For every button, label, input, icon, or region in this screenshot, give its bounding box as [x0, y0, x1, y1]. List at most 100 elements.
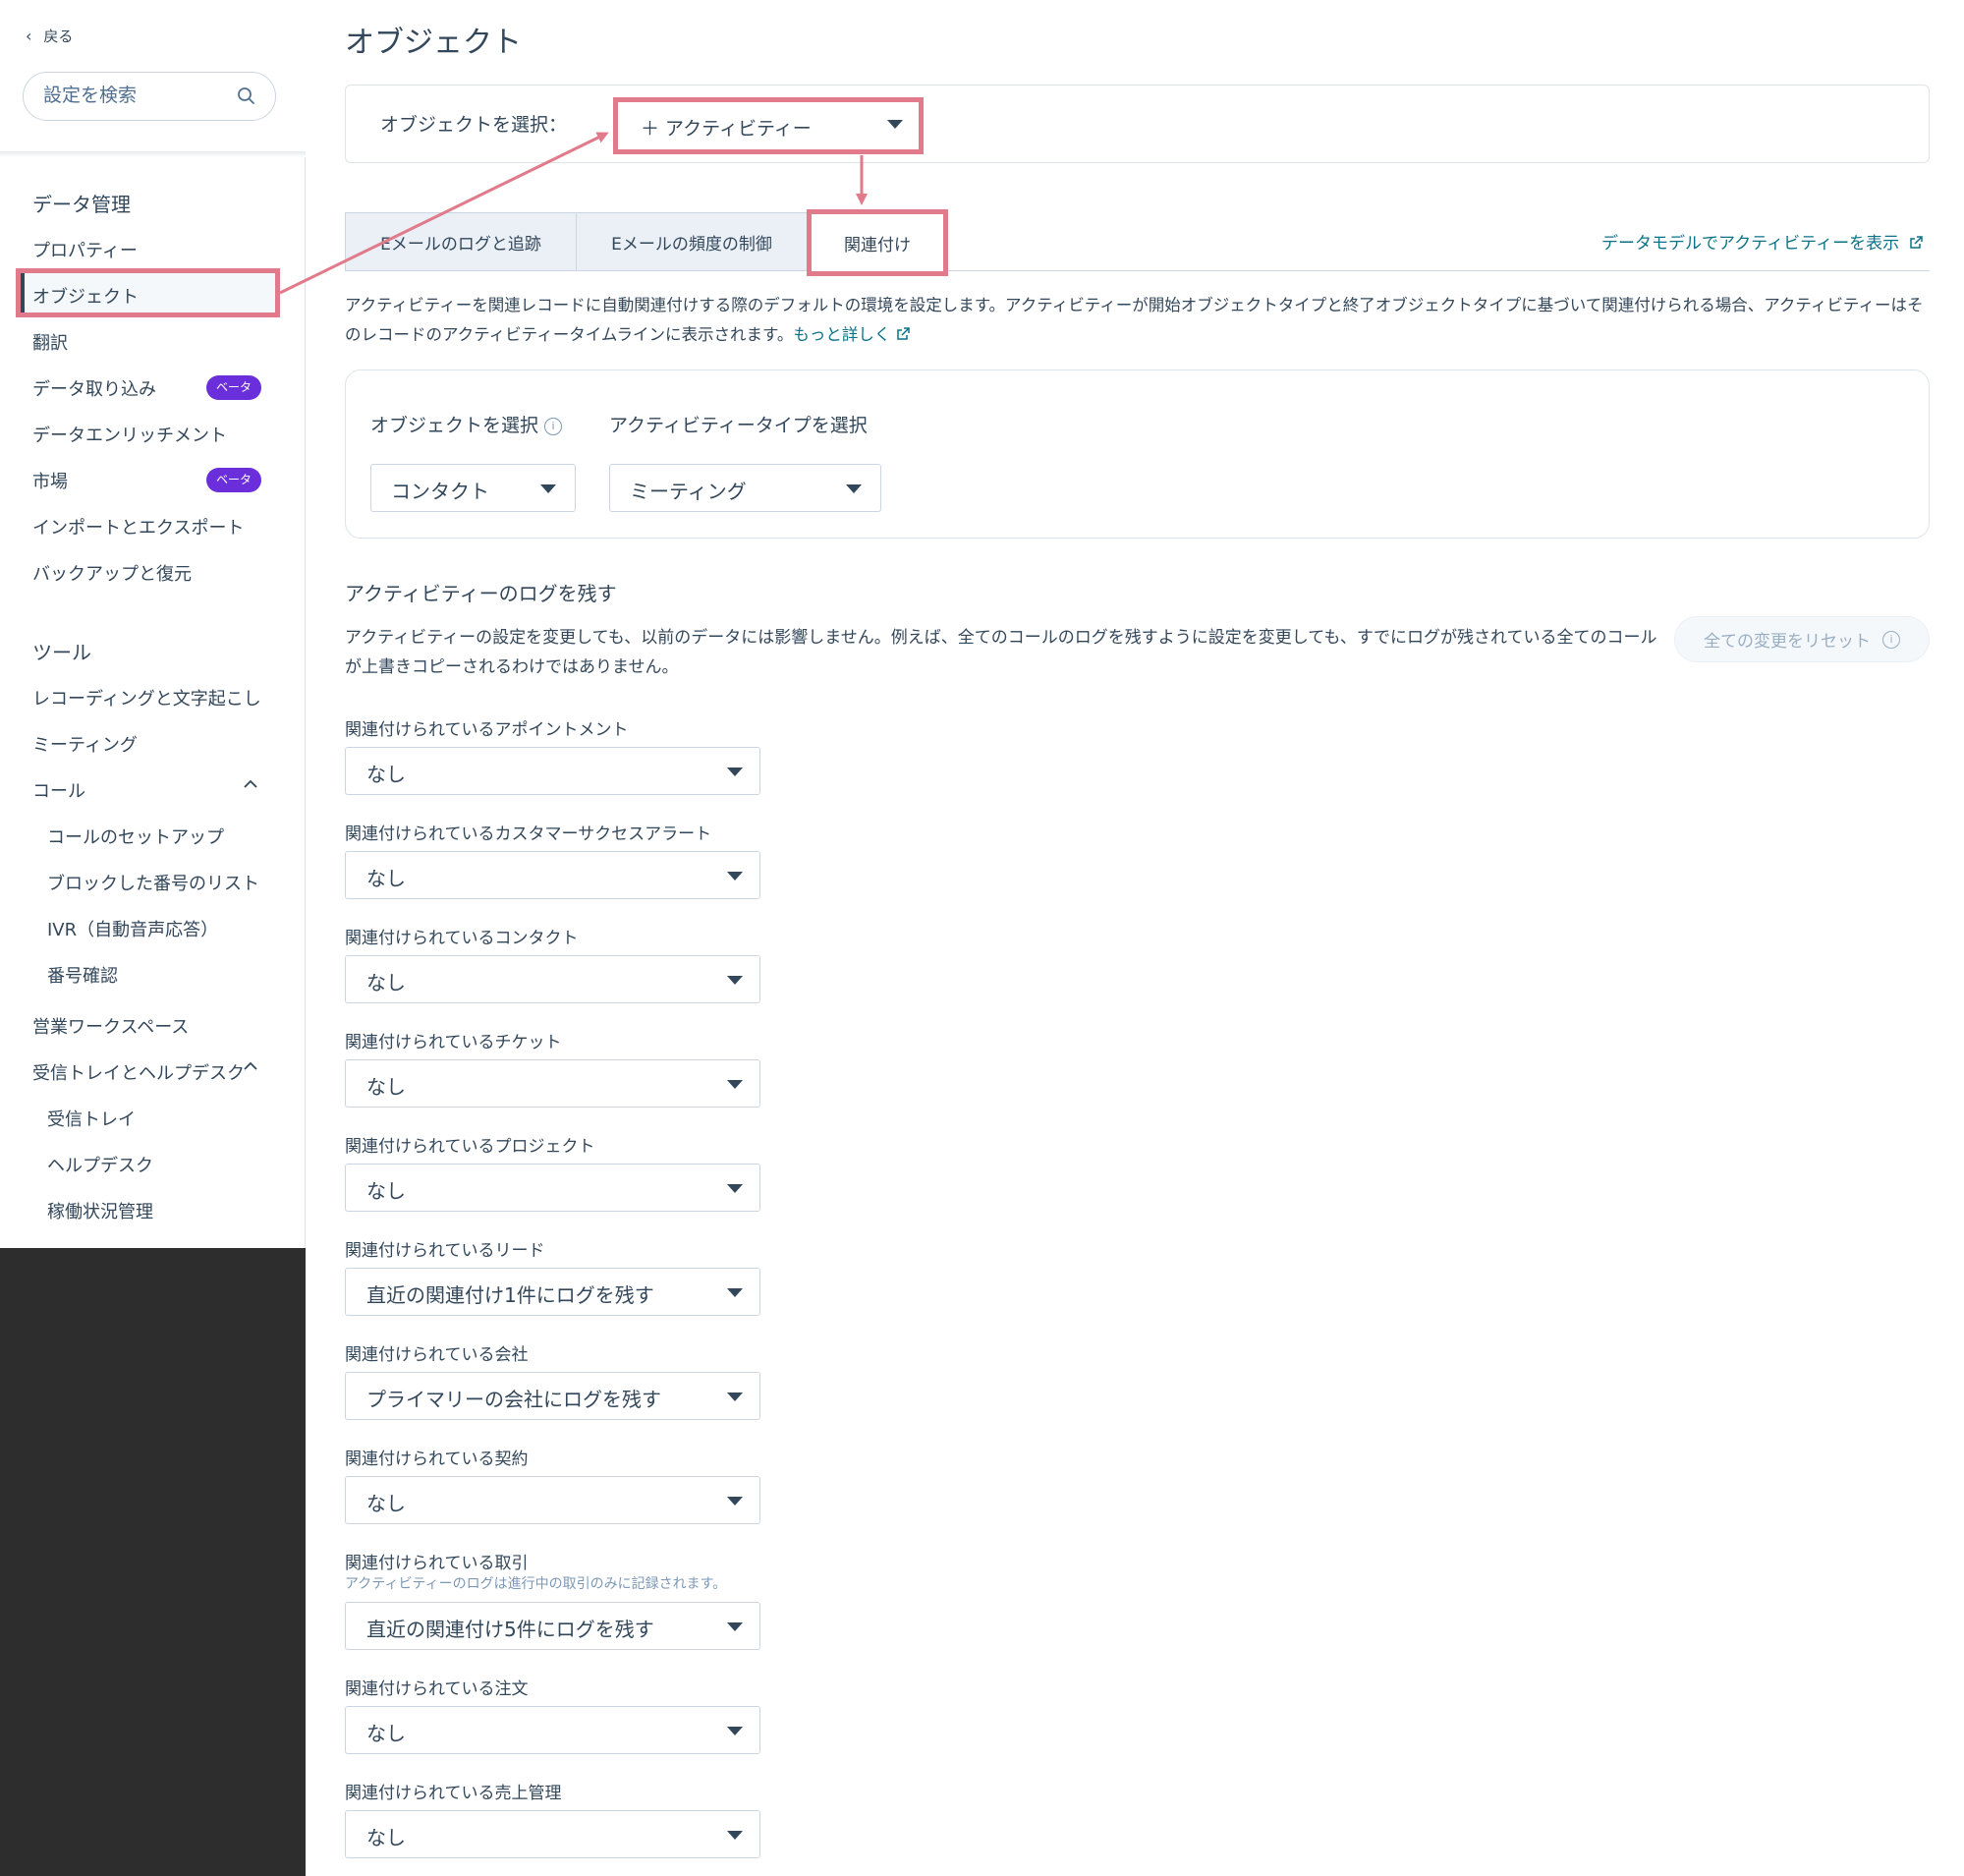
settings-search[interactable] [23, 72, 276, 121]
sidebar-item-blocked-numbers[interactable]: ブロックした番号のリスト [47, 870, 259, 895]
filter-card [345, 370, 1930, 539]
association-value: なし [366, 1826, 406, 1849]
chevron-left-icon: ‹ [26, 27, 32, 45]
caret-down-icon [887, 120, 903, 129]
filter-type-dropdown[interactable]: ミーティング [609, 464, 881, 512]
data-model-link[interactable]: データモデルでアクティビティーを表示 [1601, 229, 1923, 254]
info-icon: i [1882, 630, 1900, 649]
object-selector-card [345, 85, 1930, 163]
sidebar-item-availability[interactable]: 稼働状況管理 [47, 1198, 153, 1223]
caret-down-icon [727, 1622, 743, 1631]
association-value: なし [366, 971, 406, 995]
caret-down-icon [846, 484, 862, 493]
sidebar-item-marketplace[interactable]: 市場 [32, 468, 68, 493]
object-select-dropdown[interactable]: ＋ アクティビティー [613, 97, 924, 154]
object-select-label: オブジェクトを選択： [380, 114, 568, 136]
association-label: 関連付けられている売上管理 [345, 1784, 562, 1803]
association-label: 関連付けられている取引 [345, 1554, 529, 1573]
association-label: 関連付けられている会社 [345, 1345, 529, 1365]
back-label: 戻る [43, 28, 74, 45]
section-heading-data-management: データ管理 [32, 193, 131, 216]
sidebar-item-inbox-helpdesk[interactable]: 受信トレイとヘルプデスク [32, 1059, 245, 1085]
search-icon [237, 86, 256, 110]
sidebar-item-sales-workspace[interactable]: 営業ワークスペース [32, 1013, 189, 1039]
chevron-up-icon[interactable] [243, 776, 258, 796]
association-dropdown[interactable]: なし [345, 747, 760, 795]
sidebar-item-import-export[interactable]: インポートとエクスポート [32, 514, 244, 540]
chevron-up-icon[interactable] [243, 1058, 258, 1078]
caret-down-icon [540, 484, 556, 493]
reset-button-label: 全ての変更をリセット [1704, 632, 1871, 652]
learn-more-label: もっと詳しく [793, 325, 891, 344]
sidebar-item-number-verification[interactable]: 番号確認 [47, 962, 118, 988]
association-help-text: アクティビティーのログは進行中の取引のみに記録されます。 [345, 1576, 727, 1592]
sidebar-item-translations[interactable]: 翻訳 [32, 329, 68, 355]
caret-down-icon [727, 872, 743, 881]
external-link-icon [1905, 234, 1923, 254]
caret-down-icon [727, 1727, 743, 1735]
association-label: 関連付けられているプロジェクト [345, 1137, 595, 1157]
association-value: なし [366, 867, 406, 890]
sidebar-item-backup-restore[interactable]: バックアップと復元 [32, 560, 192, 586]
association-dropdown[interactable]: なし [345, 1059, 760, 1108]
filter-object-dropdown[interactable]: コンタクト [370, 464, 576, 512]
association-label: 関連付けられている契約 [345, 1450, 529, 1469]
association-label: 関連付けられているカスタマーサクセスアラート [345, 824, 712, 844]
caret-down-icon [727, 1184, 743, 1193]
caret-down-icon [727, 976, 743, 985]
association-dropdown[interactable]: なし [345, 955, 760, 1003]
association-dropdown[interactable]: プライマリーの会社にログを残す [345, 1372, 760, 1420]
caret-down-icon [727, 1288, 743, 1297]
reset-all-button[interactable]: 全ての変更をリセット i [1674, 616, 1930, 662]
association-value: なし [366, 1492, 406, 1515]
tab-email-frequency[interactable]: Eメールの頻度の制御 [576, 212, 808, 271]
sidebar-item-objects[interactable]: オブジェクト [32, 283, 139, 309]
tab-associations[interactable]: 関連付け [807, 209, 948, 276]
sidebar-item-data-ingestion[interactable]: データ取り込み [32, 375, 156, 401]
back-link[interactable]: ‹ 戻る [26, 26, 73, 46]
caret-down-icon [727, 767, 743, 776]
association-value: 直近の関連付け1件にログを残す [366, 1283, 654, 1307]
association-value: なし [366, 1722, 406, 1745]
association-dropdown[interactable]: 直近の関連付け1件にログを残す [345, 1268, 760, 1316]
object-select-value: ＋ アクティビティー [641, 118, 812, 140]
association-value: なし [366, 763, 406, 786]
association-value: 直近の関連付け5件にログを残す [366, 1618, 654, 1641]
association-dropdown[interactable]: なし [345, 1476, 760, 1524]
sidebar-item-inbox[interactable]: 受信トレイ [47, 1106, 136, 1131]
association-value: なし [366, 1179, 406, 1203]
association-label: 関連付けられているアポイントメント [345, 720, 629, 740]
tab-email-logging[interactable]: Eメールのログと追跡 [345, 212, 577, 271]
association-dropdown[interactable]: なし [345, 1810, 760, 1858]
caret-down-icon [727, 1080, 743, 1089]
association-label: 関連付けられているチケット [345, 1033, 562, 1052]
association-label: 関連付けられているコンタクト [345, 929, 579, 948]
sidebar-item-helpdesk[interactable]: ヘルプデスク [47, 1152, 153, 1177]
caret-down-icon [727, 1831, 743, 1840]
sidebar-item-calling[interactable]: コール [32, 777, 85, 803]
association-dropdown[interactable]: なし [345, 851, 760, 899]
association-value: なし [366, 1075, 406, 1099]
sidebar-item-meetings[interactable]: ミーティング [32, 731, 138, 757]
active-indicator [21, 273, 25, 313]
association-dropdown[interactable]: 直近の関連付け5件にログを残す [345, 1602, 760, 1650]
search-input[interactable] [43, 85, 230, 106]
association-dropdown[interactable]: なし [345, 1164, 760, 1212]
sidebar-item-data-enrichment[interactable]: データエンリッチメント [32, 422, 227, 447]
association-dropdown[interactable]: なし [345, 1706, 760, 1754]
sidebar-item-call-setup[interactable]: コールのセットアップ [47, 824, 224, 849]
sidebar-item-recording[interactable]: レコーディングと文字起こし [32, 685, 261, 711]
page-title: オブジェクト [345, 26, 522, 60]
sidebar-item-ivr[interactable]: IVR（自動音声応答） [47, 916, 218, 941]
learn-more-link[interactable]: もっと詳しく [793, 325, 911, 344]
section-heading-tools: ツール [32, 641, 91, 664]
filter-object-value: コンタクト [391, 480, 489, 503]
filter-type-value: ミーティング [630, 480, 747, 503]
sidebar-item-properties[interactable]: プロパティー [32, 237, 138, 262]
association-value: プライマリーの会社にログを残す [366, 1388, 661, 1411]
associations-description: アクティビティーを関連レコードに自動関連付けする際のデフォルトの環境を設定します… [345, 291, 1930, 350]
association-label: 関連付けられている注文 [345, 1679, 529, 1699]
info-icon[interactable]: i [544, 417, 563, 435]
filter-object-label-text: オブジェクトを選択 [370, 415, 539, 436]
caret-down-icon [727, 1393, 743, 1401]
